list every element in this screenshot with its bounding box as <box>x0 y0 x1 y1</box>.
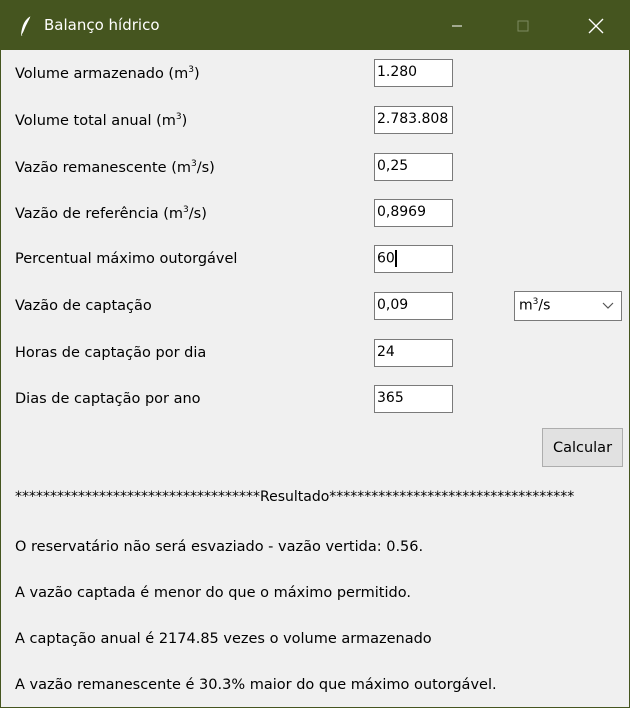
result-line: A vazão captada é menor do que o máximo … <box>15 585 411 601</box>
unit-select[interactable]: m3/s <box>514 291 622 321</box>
result-line: A captação anual é 2174.85 vezes o volum… <box>15 631 432 647</box>
title-bar[interactable]: Balanço hídrico <box>1 1 629 50</box>
dias-captacao-input[interactable]: 365 <box>374 385 453 413</box>
label-text: Vazão de referência (m <box>15 205 184 222</box>
percentual-maximo-input[interactable]: 60 <box>374 245 453 273</box>
maximize-icon <box>517 20 529 31</box>
horas-captacao-input[interactable]: 24 <box>374 339 453 367</box>
select-text: m <box>519 297 533 314</box>
label-horas-captacao: Horas de captação por dia <box>15 345 206 361</box>
text-cursor <box>394 250 397 267</box>
maximize-button[interactable] <box>500 1 546 50</box>
vazao-captacao-input[interactable]: 0,09 <box>374 292 453 320</box>
label-dias-captacao: Dias de captação por ano <box>15 391 201 407</box>
window-title: Balanço hídrico <box>44 16 160 34</box>
label-vazao-referencia: Vazão de referência (m3/s) <box>15 205 207 222</box>
label-text: Vazão de captação <box>15 298 152 314</box>
label-text: Volume armazenado (m <box>15 65 189 82</box>
close-icon <box>588 18 604 33</box>
label-text: ) <box>181 112 188 129</box>
result-line: A vazão remanescente é 30.3% maior do qu… <box>15 677 497 693</box>
label-text: /s) <box>196 159 215 176</box>
label-text: Volume total anual (m <box>15 112 176 129</box>
feather-icon <box>21 15 32 36</box>
label-text: Percentual máximo outorgável <box>15 251 238 267</box>
result-separator: ***********************************Resul… <box>15 489 575 505</box>
vazao-remanescente-input[interactable]: 0,25 <box>374 153 453 181</box>
close-button[interactable] <box>573 1 619 50</box>
label-text: /s) <box>188 205 207 222</box>
minimize-icon <box>452 25 462 26</box>
label-vazao-captacao: Vazão de captação <box>15 298 152 314</box>
label-text: Horas de captação por dia <box>15 345 207 361</box>
result-line: O reservatário não será esvaziado - vazã… <box>15 539 424 555</box>
app-window: Balanço hídrico Volume armazenado (m3) 1… <box>0 0 630 708</box>
minimize-button[interactable] <box>434 1 480 50</box>
vazao-referencia-input[interactable]: 0,8969 <box>374 199 453 227</box>
volume-armazenado-input[interactable]: 1.280 <box>374 59 453 87</box>
label-text: Vazão remanescente (m <box>15 159 191 176</box>
field-value: 60 <box>377 250 395 267</box>
label-percentual-maximo: Percentual máximo outorgável <box>15 251 237 267</box>
select-text: /s <box>538 297 551 314</box>
label-volume-total-anual: Volume total anual (m3) <box>15 112 187 129</box>
calcular-button[interactable]: Calcular <box>542 428 623 467</box>
main-content: Volume armazenado (m3) 1.280 Volume tota… <box>1 50 629 707</box>
volume-total-anual-input[interactable]: 2.783.808 <box>374 106 453 134</box>
label-text: ) <box>193 65 200 82</box>
label-vazao-remanescente: Vazão remanescente (m3/s) <box>15 159 215 176</box>
chevron-down-icon <box>602 302 614 309</box>
label-text: Dias de captação por ano <box>15 391 201 407</box>
label-volume-armazenado: Volume armazenado (m3) <box>15 65 200 82</box>
